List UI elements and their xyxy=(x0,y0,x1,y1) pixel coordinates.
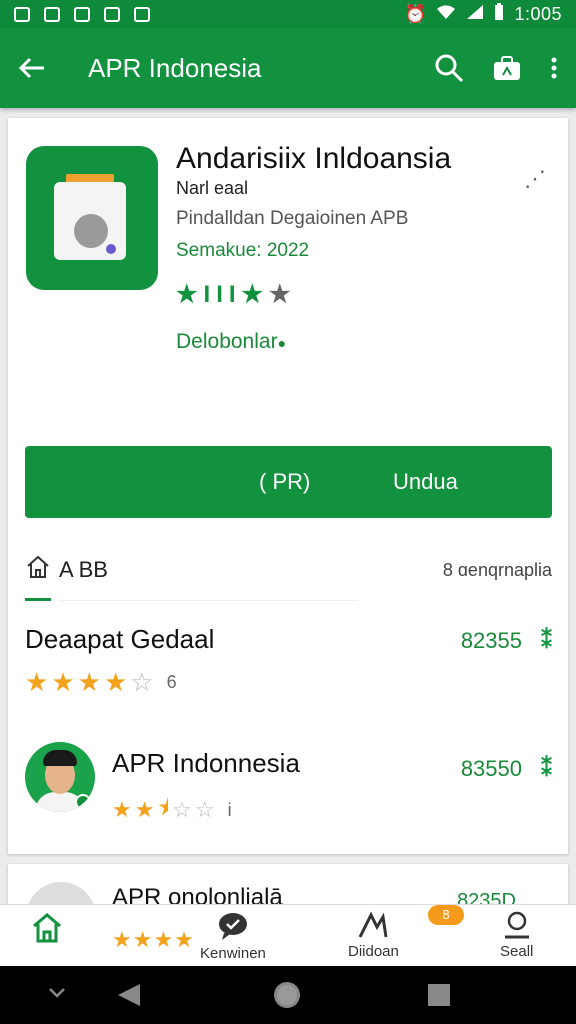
chevron-right-icon[interactable]: ⁑ xyxy=(541,628,552,654)
more-vert-icon[interactable] xyxy=(550,56,558,80)
star-icon: ★ xyxy=(112,797,132,822)
list-item[interactable]: APR Indonnesia 83550 ⁑ ★ ★ ⯨ ☆ ☆ i xyxy=(112,748,552,828)
star-half-icon: ⯨ xyxy=(157,795,170,820)
back-arrow-icon[interactable] xyxy=(18,56,46,80)
nav-chat[interactable]: Kenwinen xyxy=(200,911,266,962)
notification-icon xyxy=(14,6,30,22)
app-category: Pindalldan Degaioinen APB xyxy=(176,208,409,229)
list-item[interactable]: Deaapat Gedaal 82355 ⁑ ★ ★ ★ ★ ☆ 6 xyxy=(25,624,552,704)
alarm-icon: ⏰ xyxy=(404,3,427,24)
star-icon: ★ xyxy=(25,667,49,697)
system-navigation-bar xyxy=(0,966,576,1024)
star-icon: ★ xyxy=(51,667,75,697)
avatar[interactable] xyxy=(25,742,95,812)
page-title: APR Indonesia xyxy=(88,52,262,83)
app-icon xyxy=(26,146,158,290)
battery-icon xyxy=(494,2,504,26)
star-outline-icon: ☆ xyxy=(194,797,215,822)
signal-icon xyxy=(466,4,484,25)
install-button[interactable]: ( PR) Undua xyxy=(25,446,552,518)
nav-download[interactable]: Diidoan xyxy=(348,911,399,960)
section-right-text[interactable]: 8 ɑenqrnaplia xyxy=(443,560,552,581)
mail-icon xyxy=(74,6,90,22)
rating-meta: i xyxy=(227,799,232,820)
star-outline-icon: ☆ xyxy=(172,797,192,822)
tab-indicator xyxy=(25,598,51,601)
app-notification-icon xyxy=(134,6,150,22)
download-icon xyxy=(357,911,389,943)
notification-badge: 8 xyxy=(428,905,464,925)
chat-icon xyxy=(216,911,250,945)
home-outline-icon xyxy=(25,554,51,586)
star-icon: ★ xyxy=(77,667,101,697)
notification-icon xyxy=(44,6,60,22)
home-button-icon[interactable] xyxy=(272,980,302,1015)
section-title[interactable]: A BB xyxy=(59,557,108,583)
share-icon[interactable] xyxy=(492,54,522,82)
developer-name[interactable]: Narl eaal xyxy=(176,178,248,199)
search-icon[interactable] xyxy=(434,53,464,83)
app-rating-stars: ★ I I I ★ ★ xyxy=(176,280,291,309)
star-icon: ★ xyxy=(241,281,264,308)
rating-stars: ★ ★ ⯨ ☆ ☆ i xyxy=(112,791,552,829)
star-icon: ★ xyxy=(269,281,291,308)
star-outline-icon: ☆ xyxy=(130,667,154,697)
rating-meta: 6 xyxy=(166,672,177,692)
status-bar: ⏰ 1:005 xyxy=(0,0,576,28)
card-more-icon[interactable]: ⋰ xyxy=(524,166,546,192)
back-icon[interactable] xyxy=(116,982,142,1013)
download-link[interactable]: Delobonlar● xyxy=(176,330,286,354)
rating-stars: ★★★★ xyxy=(112,927,195,952)
nav-chat-label: Kenwinen xyxy=(200,945,266,962)
nav-search[interactable]: Seall xyxy=(500,911,533,960)
nav-download-label: Diidoan xyxy=(348,943,399,960)
image-icon xyxy=(104,6,120,22)
wifi-icon xyxy=(436,4,456,25)
notification-icons xyxy=(14,6,150,22)
app-detail-card: Andarisiix Inldoansia Narl eaal Pindalld… xyxy=(8,118,568,854)
app-name: Andarisiix Inldoansia xyxy=(176,142,452,175)
rating-stars: ★ ★ ★ ★ ☆ 6 xyxy=(25,667,552,698)
star-icon: ★ xyxy=(134,797,155,822)
bottom-navigation: ★★★★ Kenwinen Diidoan 8 Seall xyxy=(0,904,576,966)
update-info: Semakue: 2022 xyxy=(176,240,310,261)
list-item-count: 82355 xyxy=(460,628,522,653)
home-icon xyxy=(30,911,64,949)
divider xyxy=(58,600,358,601)
star-icon: ★ xyxy=(176,281,198,308)
chevron-right-icon[interactable]: ⁑ xyxy=(541,756,552,782)
clock-time: 1:005 xyxy=(514,3,562,24)
list-item-count: 83550 xyxy=(460,756,522,781)
star-icon: ★ xyxy=(103,667,128,697)
chevron-down-icon[interactable] xyxy=(48,986,66,1004)
recents-icon[interactable] xyxy=(426,982,452,1013)
install-button-label: Undua xyxy=(393,469,458,494)
nav-home[interactable] xyxy=(30,911,64,949)
install-button-prefix: ( PR) xyxy=(259,469,311,494)
section-header: A BB 8 ɑenqrnaplia xyxy=(25,550,552,590)
profile-icon xyxy=(502,911,532,943)
app-bar: APR Indonesia xyxy=(0,28,576,108)
nav-search-label: Seall xyxy=(500,943,534,960)
